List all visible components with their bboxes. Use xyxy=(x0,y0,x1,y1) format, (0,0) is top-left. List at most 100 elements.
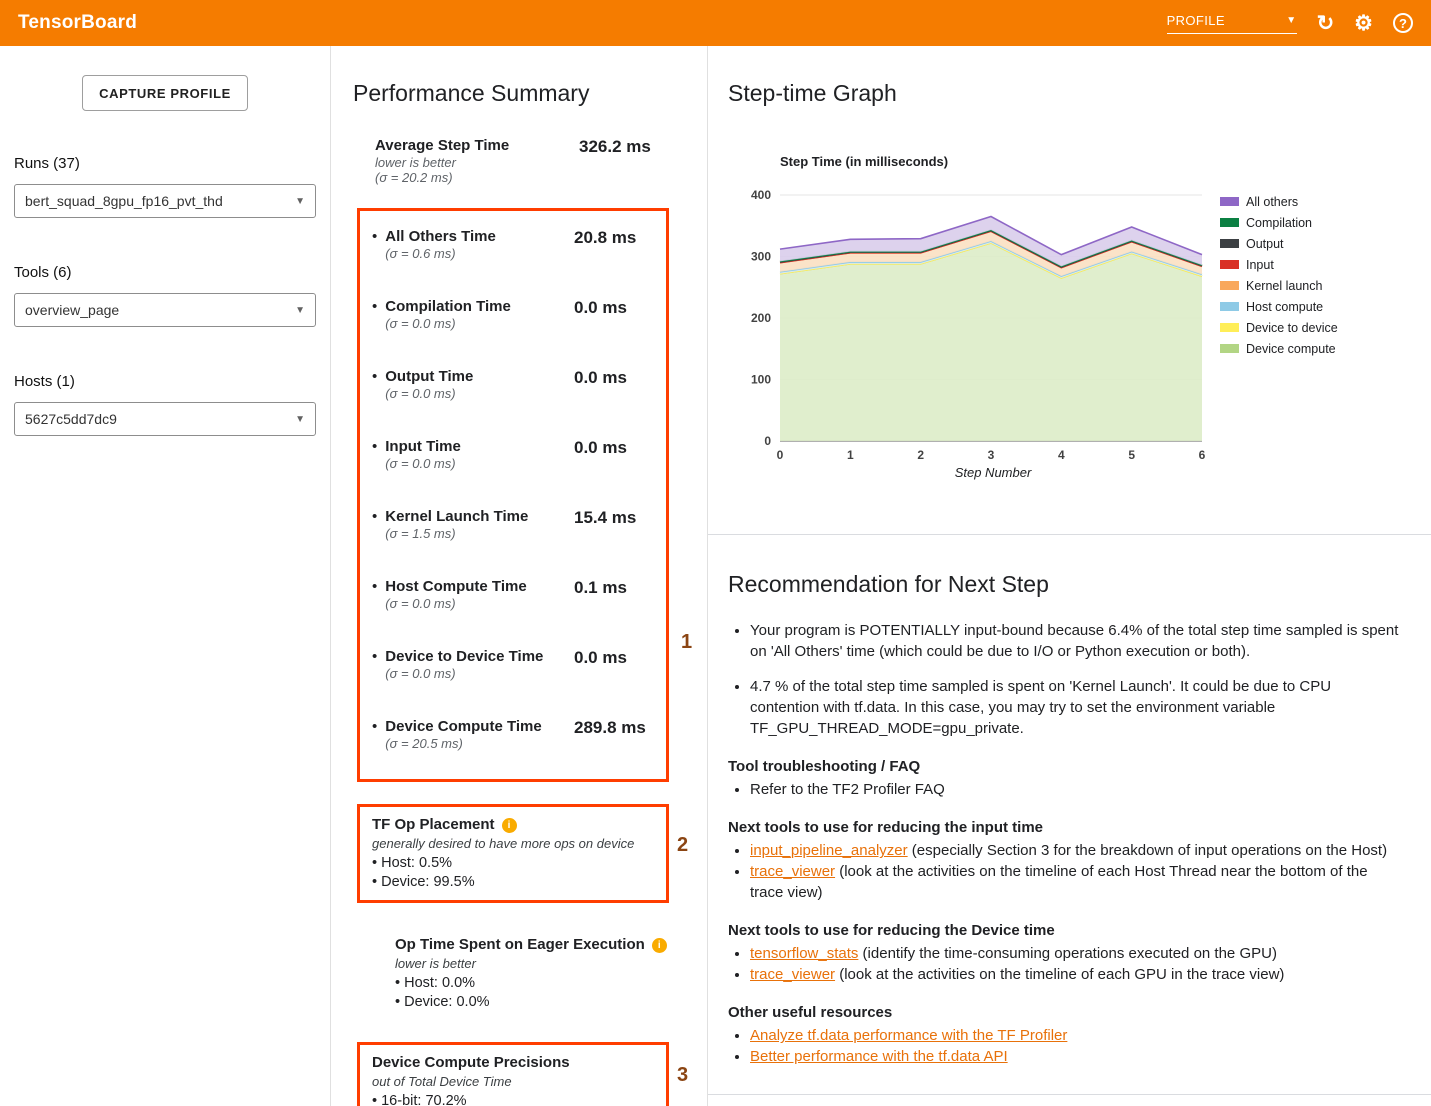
step-time-graph-title: Step-time Graph xyxy=(728,80,1431,107)
link[interactable]: Better performance with the tf.data API xyxy=(750,1048,1008,1065)
list-item: Host: 0.5% xyxy=(372,854,654,873)
bullet: • xyxy=(372,508,377,541)
info-icon[interactable]: i xyxy=(652,938,667,953)
precisions-note: out of Total Device Time xyxy=(372,1073,654,1090)
metric-value: 20.8 ms xyxy=(574,228,654,248)
list-item: 16-bit: 70.2% xyxy=(372,1092,654,1106)
hosts-dropdown[interactable]: 5627c5dd7dc9 ▼ xyxy=(14,402,316,436)
metrics-list: •All Others Time(σ = 0.6 ms)20.8 ms•Comp… xyxy=(372,215,654,775)
list-item: Host: 0.0% xyxy=(395,974,695,993)
link[interactable]: trace_viewer xyxy=(750,966,835,983)
tools-dropdown[interactable]: overview_page ▼ xyxy=(14,293,316,327)
metric-row: •Input Time(σ = 0.0 ms)0.0 ms xyxy=(372,425,654,495)
recommendation-bullet: Your program is POTENTIALLY input-bound … xyxy=(750,620,1401,663)
svg-text:200: 200 xyxy=(751,311,771,325)
list-item: trace_viewer (look at the activities on … xyxy=(750,964,1401,985)
svg-text:0: 0 xyxy=(764,434,771,448)
svg-text:2: 2 xyxy=(917,448,924,462)
metric-row: •Compilation Time(σ = 0.0 ms)0.0 ms xyxy=(372,285,654,355)
capture-profile-button[interactable]: CAPTURE PROFILE xyxy=(82,75,248,111)
legend-swatch xyxy=(1220,239,1239,248)
tools-label: Tools (6) xyxy=(14,264,316,281)
text: Refer to the TF2 Profiler FAQ xyxy=(750,781,945,798)
metric-row: •Device to Device Time(σ = 0.0 ms)0.0 ms xyxy=(372,635,654,705)
dashboard-selector[interactable]: PROFILE ▼ xyxy=(1167,13,1297,34)
bullet: • xyxy=(372,228,377,261)
metric-label: Kernel Launch Time xyxy=(385,508,528,526)
right-panel: Step-time Graph Step Time (in millisecon… xyxy=(708,46,1431,1106)
link[interactable]: trace_viewer xyxy=(750,863,835,880)
legend-item: All others xyxy=(1220,191,1338,212)
recommendation-bullet: 4.7 % of the total step time sampled is … xyxy=(750,676,1401,740)
metric-label: Output Time xyxy=(385,368,473,386)
precisions-title: Device Compute Precisions xyxy=(372,1053,570,1073)
legend-label: Compilation xyxy=(1246,216,1312,230)
reload-icon[interactable]: ↻ xyxy=(1317,13,1335,34)
legend-item: Device to device xyxy=(1220,317,1338,338)
chart-xlabel: Step Number xyxy=(728,465,1208,480)
bullet: • xyxy=(372,718,377,751)
svg-text:3: 3 xyxy=(988,448,995,462)
metric-note: lower is better xyxy=(375,155,579,170)
metric-label: Host Compute Time xyxy=(385,578,526,596)
performance-summary-panel: Performance Summary Average Step Time lo… xyxy=(331,46,708,1106)
annotation-number-1: 1 xyxy=(681,631,692,654)
average-step-time: Average Step Time lower is better (σ = 2… xyxy=(375,137,659,185)
recommendation-title: Recommendation for Next Step xyxy=(728,571,1401,598)
metric-row: •All Others Time(σ = 0.6 ms)20.8 ms xyxy=(372,215,654,285)
metric-label: Device Compute Time xyxy=(385,718,541,736)
link[interactable]: tensorflow_stats xyxy=(750,945,858,962)
info-icon[interactable]: i xyxy=(502,818,517,833)
annotation-number-3: 3 xyxy=(677,1064,688,1087)
link[interactable]: Analyze tf.data performance with the TF … xyxy=(750,1027,1067,1044)
app-title: TensorBoard xyxy=(18,12,137,34)
list-item: tensorflow_stats (identify the time-cons… xyxy=(750,943,1401,964)
metric-value: 326.2 ms xyxy=(579,137,659,157)
list-item: input_pipeline_analyzer (especially Sect… xyxy=(750,840,1401,861)
svg-text:400: 400 xyxy=(751,188,771,202)
legend-item: Kernel launch xyxy=(1220,275,1338,296)
legend-swatch xyxy=(1220,281,1239,290)
section-heading: Other useful resources xyxy=(728,1004,1401,1021)
metric-sigma: (σ = 0.0 ms) xyxy=(385,316,511,331)
legend-label: Output xyxy=(1246,237,1284,251)
bullet: • xyxy=(372,368,377,401)
eager-execution-section: Op Time Spent on Eager Execution i lower… xyxy=(395,935,695,1012)
gear-icon[interactable]: ⚙ xyxy=(1354,13,1373,34)
text: (look at the activities on the timeline … xyxy=(835,966,1284,983)
chevron-down-icon: ▼ xyxy=(295,414,305,425)
metric-label: Input Time xyxy=(385,438,461,456)
recommendation-card: Recommendation for Next Step Your progra… xyxy=(708,535,1431,1095)
metric-value: 0.0 ms xyxy=(574,438,654,458)
metric-sigma: (σ = 0.6 ms) xyxy=(385,246,496,261)
metric-row: •Output Time(σ = 0.0 ms)0.0 ms xyxy=(372,355,654,425)
dashboard-selector-value: PROFILE xyxy=(1167,13,1225,28)
recommendation-bullets: Your program is POTENTIALLY input-bound … xyxy=(750,620,1401,739)
chart-legend: All othersCompilationOutputInputKernel l… xyxy=(1220,191,1338,463)
metric-sigma: (σ = 1.5 ms) xyxy=(385,526,528,541)
link[interactable]: input_pipeline_analyzer xyxy=(750,842,908,859)
runs-dropdown[interactable]: bert_squad_8gpu_fp16_pvt_thd ▼ xyxy=(14,184,316,218)
annotation-box-3: Device Compute Precisions out of Total D… xyxy=(357,1042,669,1106)
runs-dropdown-value: bert_squad_8gpu_fp16_pvt_thd xyxy=(25,193,223,209)
eager-title: Op Time Spent on Eager Execution xyxy=(395,935,645,955)
placement-list: Host: 0.5%Device: 99.5% xyxy=(372,854,654,892)
help-icon[interactable]: ? xyxy=(1393,13,1413,33)
sidebar: CAPTURE PROFILE Runs (37) bert_squad_8gp… xyxy=(0,46,331,1106)
text: (identify the time-consuming operations … xyxy=(858,945,1277,962)
recommendation-sections: Tool troubleshooting / FAQRefer to the T… xyxy=(728,758,1401,1067)
legend-label: Device to device xyxy=(1246,321,1338,335)
legend-label: Device compute xyxy=(1246,342,1336,356)
tf-op-placement-title: TF Op Placement xyxy=(372,815,495,835)
metric-sigma: (σ = 0.0 ms) xyxy=(385,596,526,611)
hosts-dropdown-value: 5627c5dd7dc9 xyxy=(25,411,117,427)
svg-text:100: 100 xyxy=(751,373,771,387)
legend-swatch xyxy=(1220,197,1239,206)
step-time-chart[interactable]: 01002003004000123456 xyxy=(730,183,1210,463)
section-heading: Next tools to use for reducing the Devic… xyxy=(728,922,1401,939)
performance-summary-title: Performance Summary xyxy=(353,80,707,107)
tools-dropdown-value: overview_page xyxy=(25,302,119,318)
bullet: • xyxy=(372,438,377,471)
list-item: Refer to the TF2 Profiler FAQ xyxy=(750,779,1401,800)
metric-value: 0.0 ms xyxy=(574,298,654,318)
